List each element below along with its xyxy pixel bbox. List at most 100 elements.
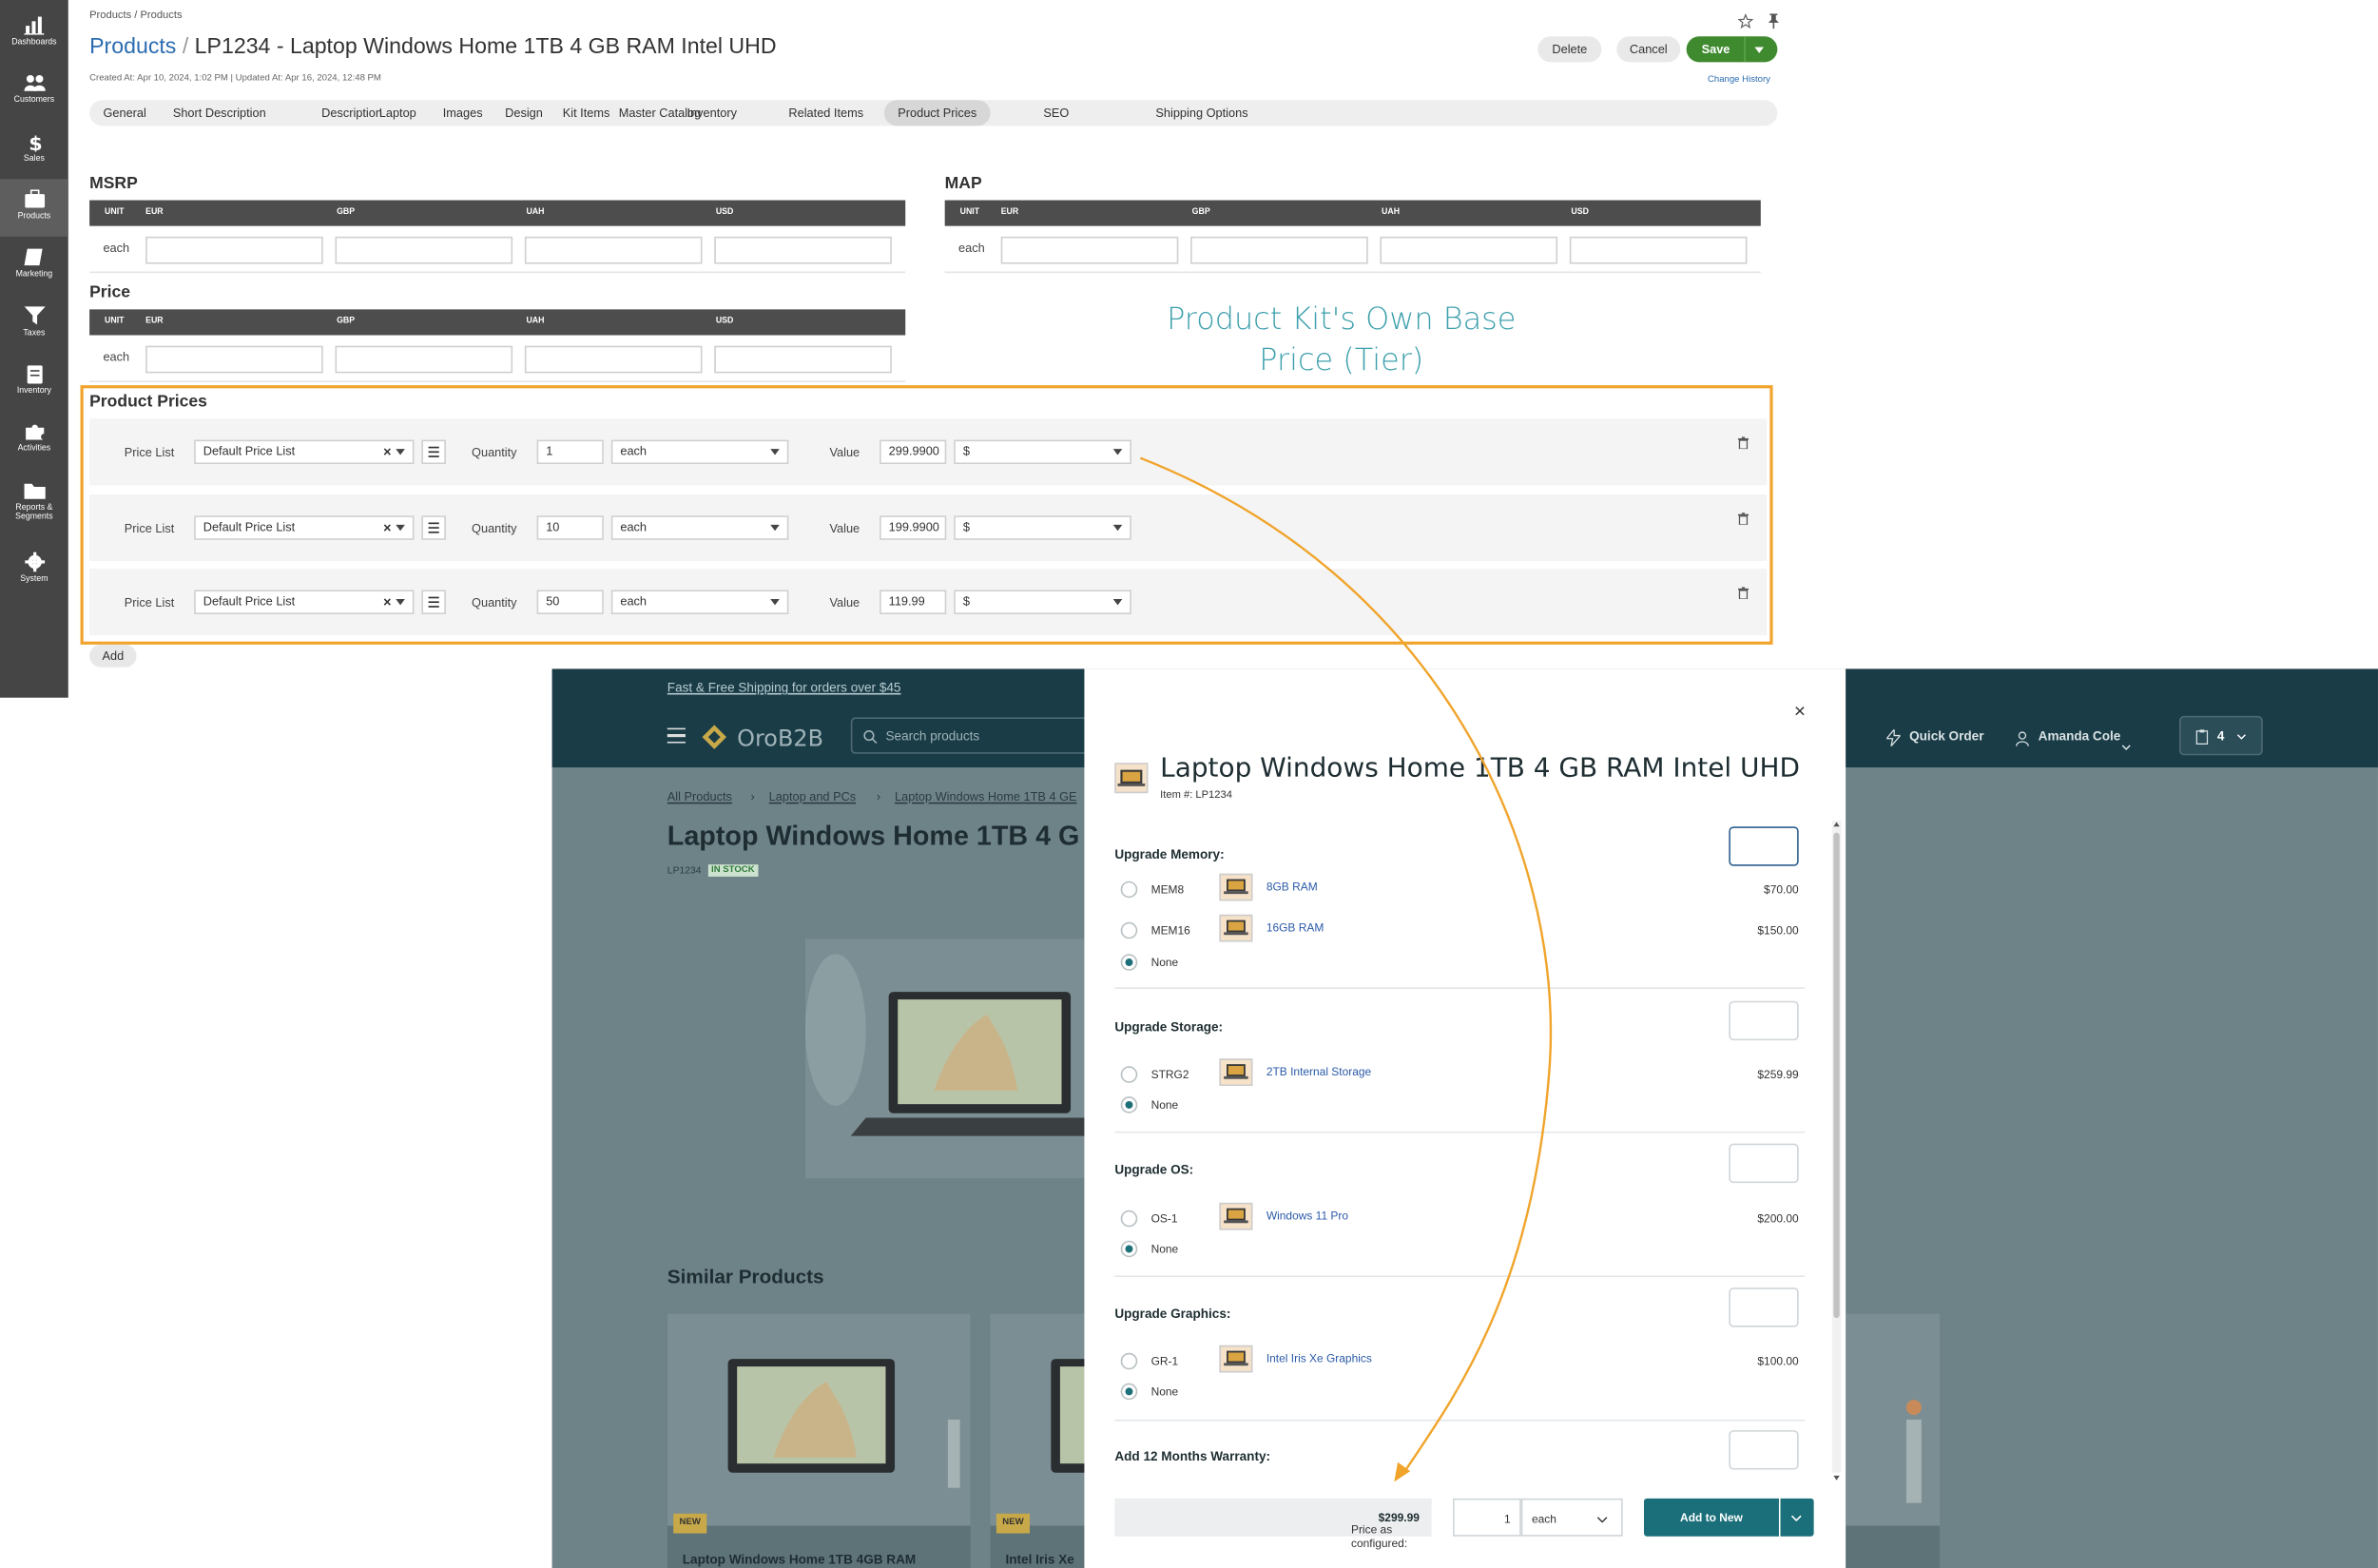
kit-option-radio[interactable] [1120,1096,1138,1113]
kit-group-quantity-input[interactable] [1729,1143,1799,1184]
scroll-up-icon[interactable] [1833,822,1840,827]
delete-button[interactable]: Delete [1537,36,1602,63]
promo-link[interactable]: Fast & Free Shipping for orders over $45 [667,680,901,695]
list-icon[interactable] [421,439,446,465]
price-input-uah[interactable] [524,345,703,374]
pin-icon[interactable] [1767,10,1780,29]
store-breadcrumb-2[interactable]: Laptop Windows Home 1TB 4 GE [895,790,1076,803]
star-icon[interactable] [1737,10,1754,29]
trash-icon[interactable] [1737,579,1750,600]
add-to-new-button[interactable]: Add to New [1643,1498,1779,1537]
sidebar-item-marketing[interactable]: Marketing [0,237,68,295]
chevron-down-icon[interactable] [2121,731,2131,750]
price-input-usd[interactable] [714,236,892,264]
scrollbar-thumb[interactable] [1833,832,1840,1319]
add-dropdown-button[interactable] [1780,1498,1814,1537]
product-card[interactable] [1846,1313,1941,1568]
unit-select[interactable]: each [610,590,789,614]
product-card-name[interactable]: Laptop Windows Home 1TB 4GB RAM [683,1552,916,1567]
user-menu[interactable]: Amanda Cole [2039,728,2121,744]
price-input-eur[interactable] [145,236,323,264]
kit-option-radio[interactable] [1120,1352,1138,1370]
kit-group-quantity-input[interactable] [1729,1000,1799,1041]
list-icon[interactable] [421,515,446,540]
change-history-link[interactable]: Change History [1708,76,1770,86]
tab-seo[interactable]: SEO [1030,100,1083,126]
tab-related-items[interactable]: Related Items [775,100,877,126]
sidebar-item-products[interactable]: Products [0,179,68,237]
close-icon[interactable]: × [1794,699,1806,722]
kit-group-quantity-input[interactable] [1729,1287,1799,1327]
price-input-gbp[interactable] [335,345,513,374]
kit-option-link[interactable]: Windows 11 Pro [1266,1209,1348,1222]
tab-short-description[interactable]: Short Description [159,100,280,126]
tab-images[interactable]: Images [429,100,496,126]
tab-inventory[interactable]: Inventory [673,100,750,126]
kit-option-radio[interactable] [1120,1240,1138,1258]
currency-select[interactable]: $ [954,439,1131,465]
clear-icon[interactable]: × [383,441,391,462]
trash-icon[interactable] [1737,505,1750,526]
cancel-button[interactable]: Cancel [1616,36,1681,63]
modal-quantity-input[interactable]: 1 [1453,1498,1521,1537]
quantity-input[interactable]: 1 [536,439,604,465]
price-input-gbp[interactable] [335,236,513,264]
add-price-button[interactable]: Add [89,644,137,668]
sidebar-item-dashboards[interactable]: Dashboards [0,5,68,63]
tab-shipping-options[interactable]: Shipping Options [1142,100,1262,126]
list-icon[interactable] [421,590,446,614]
sidebar-item-sales[interactable]: $ Sales [0,122,68,180]
price-input-usd[interactable] [1569,236,1748,264]
clear-icon[interactable]: × [383,517,391,538]
storefront-search-input[interactable]: Search products [850,717,1093,754]
value-input[interactable]: 119.99 [880,590,947,614]
price-input-eur[interactable] [145,345,323,374]
kit-option-radio[interactable] [1120,1383,1138,1401]
product-card-name[interactable]: Intel Iris Xe [1005,1552,1073,1567]
tab-product-prices[interactable]: Product Prices [883,100,991,126]
kit-option-radio[interactable] [1120,954,1138,971]
kit-option-link[interactable]: 8GB RAM [1266,880,1318,893]
sidebar-item-system[interactable]: System [0,541,68,599]
store-breadcrumb-0[interactable]: All Products [667,790,732,803]
kit-option-radio[interactable] [1120,1066,1138,1083]
store-breadcrumb-1[interactable]: Laptop and PCs [769,790,857,803]
kit-option-radio[interactable] [1120,921,1138,939]
tab-laptop[interactable]: Laptop [365,100,430,126]
logo-text[interactable]: OroB2B [737,725,823,752]
kit-option-link[interactable]: 2TB Internal Storage [1266,1065,1371,1078]
currency-select[interactable]: $ [954,515,1131,540]
quantity-input[interactable]: 10 [536,515,604,540]
value-input[interactable]: 199.9900 [880,515,947,540]
quick-order-link[interactable]: Quick Order [1909,728,1983,744]
value-input[interactable]: 299.9900 [880,439,947,465]
price-input-gbp[interactable] [1190,236,1368,264]
kit-option-link[interactable]: 16GB RAM [1266,920,1324,934]
quantity-input[interactable]: 50 [536,590,604,614]
price-list-select[interactable]: Default Price List × [194,515,415,540]
price-list-select[interactable]: Default Price List × [194,590,415,614]
kit-group-quantity-input[interactable] [1729,826,1799,866]
kit-option-radio[interactable] [1120,1210,1138,1228]
scroll-down-icon[interactable] [1833,1475,1840,1481]
price-list-select[interactable]: Default Price List × [194,439,415,465]
hamburger-menu-icon[interactable] [667,727,686,744]
tab-general[interactable]: General [89,100,160,126]
price-input-eur[interactable] [1000,236,1179,264]
sidebar-item-reports[interactable]: Reports & Segments [0,470,68,528]
tab-design[interactable]: Design [492,100,556,126]
chevron-down-icon[interactable] [1754,47,1764,53]
modal-unit-select[interactable]: each [1520,1498,1623,1537]
shopping-list-button[interactable]: 4 [2179,715,2263,756]
clear-icon[interactable]: × [383,591,391,612]
kit-option-link[interactable]: Intel Iris Xe Graphics [1266,1351,1372,1365]
products-link[interactable]: Products [89,35,176,60]
price-input-usd[interactable] [714,345,892,374]
price-input-uah[interactable] [1380,236,1558,264]
unit-select[interactable]: each [610,439,789,465]
price-input-uah[interactable] [524,236,703,264]
currency-select[interactable]: $ [954,590,1131,614]
sidebar-item-activities[interactable]: Activities [0,411,68,469]
trash-icon[interactable] [1737,429,1750,450]
sidebar-item-taxes[interactable]: Taxes [0,296,68,354]
